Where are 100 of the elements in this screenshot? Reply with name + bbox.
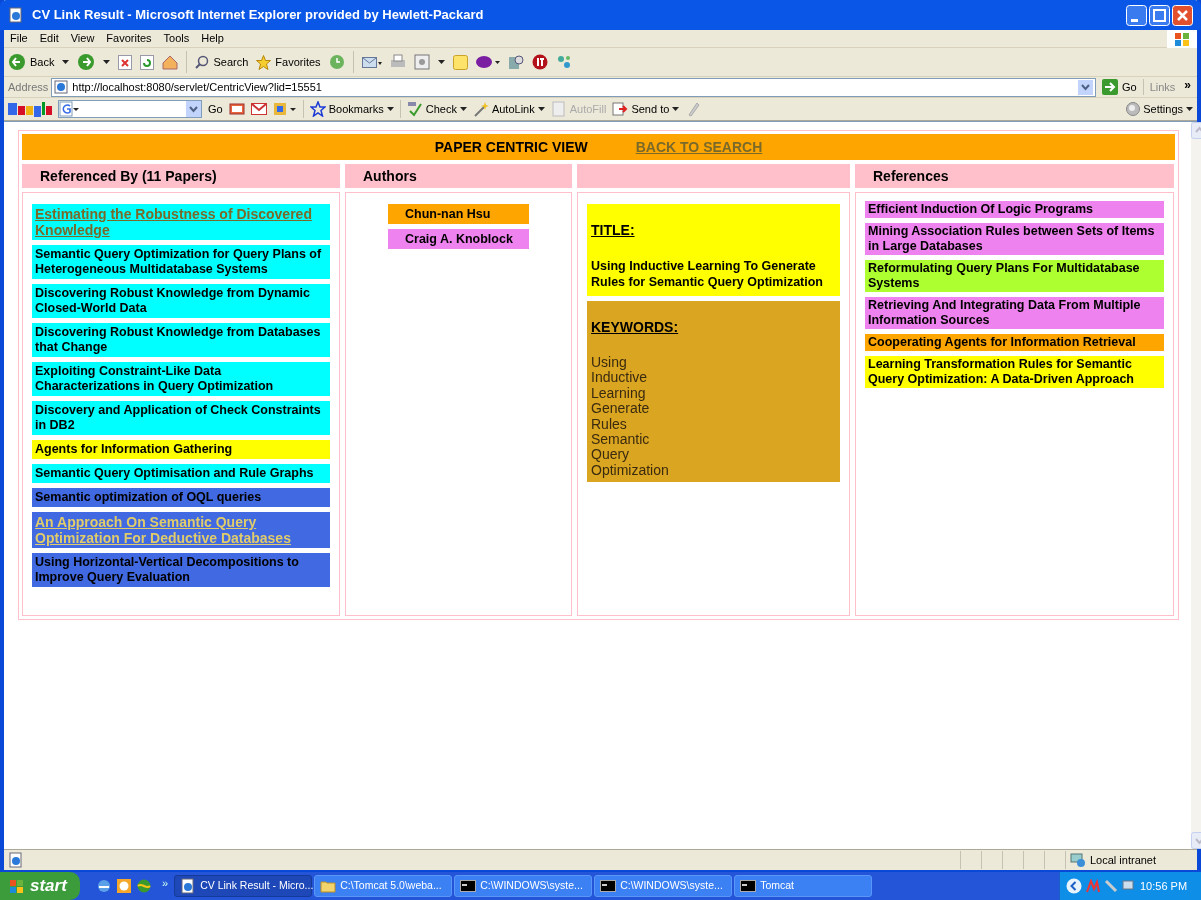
reference-item[interactable]: Retrieving And Integrating Data From Multiple Information Sources [865,297,1164,329]
reference-item[interactable]: Learning Transformation Rules for Semantic Query Optimization: A Data-Driven Approach [865,356,1164,388]
keywords-label: KEYWORDS: [591,318,680,337]
more-button[interactable]: » [1184,76,1193,94]
gear-icon [1126,102,1141,116]
bookmarks-button[interactable]: Bookmarks [309,100,394,118]
tray-tool-icon[interactable] [1104,879,1118,893]
history-icon[interactable] [328,54,345,70]
keyword: Optimization [591,462,670,479]
dropdown-icon[interactable] [103,60,111,64]
reference-item[interactable]: Cooperating Agents for Information Retrieval [865,334,1164,351]
menu-item[interactable]: Help [195,30,230,47]
refresh-icon[interactable] [140,54,155,70]
reference-item[interactable]: Mining Association Rules between Sets of Items in Large Databases [865,223,1164,255]
go-arrow-icon [1101,79,1118,95]
paper-item[interactable]: Agents for Information Gathering [32,440,330,459]
back-button[interactable]: Back [8,53,55,71]
paper-item[interactable]: Semantic optimization of OQL queries [32,488,330,507]
clock-icon[interactable] [116,878,132,894]
page-icon [180,878,197,894]
page-icon [54,80,69,94]
globe-icon[interactable] [136,878,152,894]
keyword: Using [591,355,628,371]
column-header: Referenced By (11 Papers) [22,164,340,188]
note-icon[interactable] [452,54,468,70]
printer-icon[interactable] [389,54,406,70]
circle-logo-icon[interactable] [531,54,548,70]
check-button[interactable]: Check [406,100,467,118]
send-to-button[interactable]: Send to [612,100,680,118]
search-button[interactable]: Search [195,53,249,71]
more-button[interactable]: » [156,874,169,892]
edit-page-icon[interactable] [413,54,430,70]
dropdown-icon [1186,107,1193,111]
menu-item[interactable]: File [4,30,34,47]
taskbar-button[interactable]: C:\Tomcat 5.0\weba... [314,875,453,897]
menu-item[interactable]: View [64,30,101,47]
paper-item[interactable]: Semantic Query Optimization for Query Plans of Heterogeneous Multidatabase Systems [32,245,330,279]
author-item[interactable]: Chun-nan Hsu [388,204,529,224]
send-icon [612,101,629,117]
author-item[interactable]: Craig A. Knoblock [388,229,529,249]
wand-icon [472,101,489,117]
favorites-button[interactable]: Favorites [256,53,321,71]
keyword: Query [591,447,631,463]
console-icon [460,878,477,894]
settings-button[interactable]: Settings [1126,100,1193,118]
dropdown-icon[interactable] [62,60,70,64]
paper-item[interactable]: Estimating the Robustness of Discovered Knowledge [32,204,330,240]
go-button[interactable]: Go [208,100,223,118]
console-icon [740,878,757,894]
windows-logo-icon [8,877,26,895]
paper-item[interactable]: Using Horizontal-Vertical Decompositions to Improve Query Evaluation [32,553,330,587]
taskbar-button[interactable]: C:\WINDOWS\syste... [454,875,593,897]
paper-item[interactable]: Discovering Robust Knowledge from Dynamic Closed-World Data [32,284,330,318]
reference-item[interactable]: Efficient Induction Of Logic Programs [865,201,1164,218]
title-label: TITLE: [591,221,636,240]
taskbar-button[interactable]: Tomcat [734,875,873,897]
menu-item[interactable]: Favorites [100,30,158,47]
address-field[interactable]: http://localhost:8080/servlet/CentricView?lid=15551 [51,77,1096,97]
intranet-icon [1070,852,1086,868]
paper-title: Using Inductive Learning To Generate Rules for Semantic Query Optimization [591,258,824,290]
menu-item[interactable]: Tools [157,30,196,47]
star-icon [309,101,326,117]
dropdown-icon[interactable] [437,60,445,64]
paper-item[interactable]: Discovery and Application of Check Constraints in DB2 [32,401,330,435]
go-button[interactable]: Go [1098,78,1140,96]
dropdown-icon [1077,79,1093,95]
paper-item[interactable]: Exploiting Constraint-Like Data Characterizations in Query Optimization [32,362,330,396]
search-icon [195,55,210,69]
google-search-field[interactable] [58,100,202,118]
reference-item[interactable]: Reformulating Query Plans For Multidatabase Systems [865,260,1164,292]
maximize-icon[interactable] [1149,4,1170,26]
keyword: Generate [591,401,651,417]
autolink-button[interactable]: AutoLink [472,100,545,118]
address-label: Address [8,79,49,95]
dropdown-icon [459,107,467,111]
keyword: Rules [591,416,628,433]
page-icon [8,7,24,23]
gmail-icon[interactable] [250,103,267,115]
chevron-left-icon[interactable] [1066,878,1082,894]
minimize-icon[interactable] [1126,4,1147,26]
google-g-icon [59,101,79,117]
page-heading: PAPER CENTRIC VIEW [434,137,588,157]
close-icon[interactable] [1172,4,1193,26]
home-icon[interactable] [162,54,179,70]
paper-item[interactable]: Discovering Robust Knowledge from Databases that Change [32,323,330,357]
paper-item[interactable]: Semantic Query Optimisation and Rule Graphs [32,464,330,483]
page-icon [8,852,24,868]
column-header: Authors [345,164,572,188]
menu-item[interactable]: Edit [33,30,65,47]
folder-icon [320,878,337,894]
keyword: Learning [591,385,647,402]
stop-icon[interactable] [118,54,133,70]
zone-label: Local intranet [1090,852,1157,868]
mail-icon[interactable] [361,54,382,70]
dropdown-icon [386,107,394,111]
dropdown-icon [537,107,545,111]
column-header: References [855,164,1174,188]
taskbar-button[interactable]: C:\WINDOWS\syste... [594,875,733,897]
taskbar-button[interactable]: CV Link Result - Micro... [174,875,313,897]
keyword: Semantic [591,432,651,448]
